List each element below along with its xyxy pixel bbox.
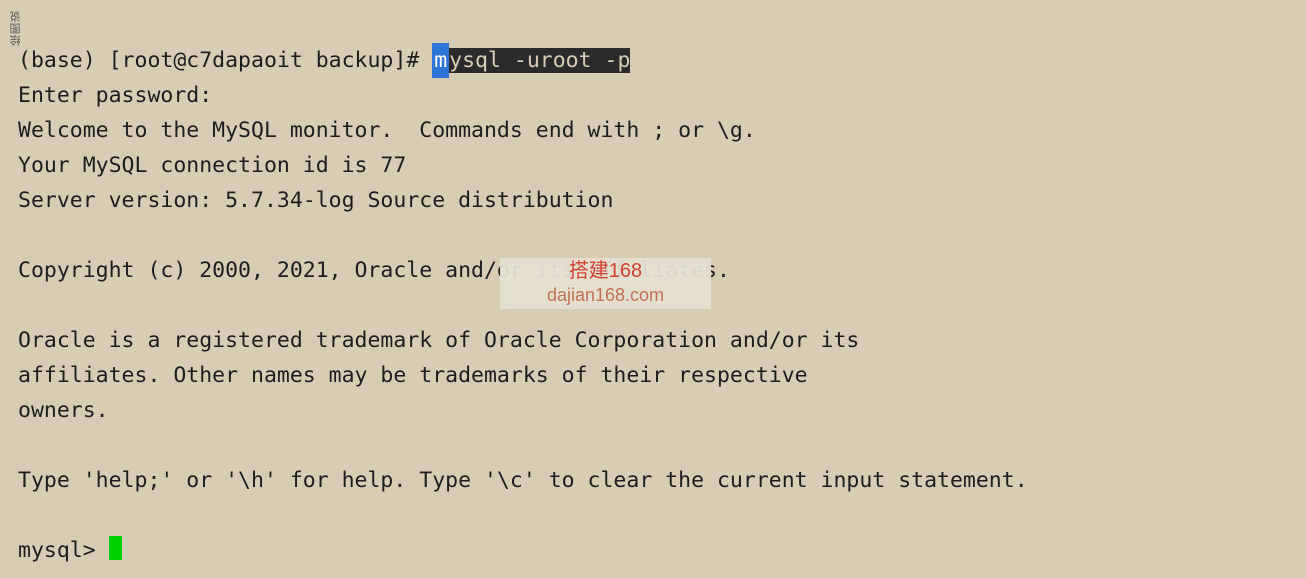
output-line: Enter password: [18, 83, 225, 108]
watermark-line2: dajian168.com [500, 283, 711, 307]
watermark-line1: 搭建168 [500, 259, 711, 283]
command-text: ysql -uroot -p [449, 48, 630, 73]
output-line: Server version: 5.7.34-log Source distri… [18, 188, 613, 213]
output-line: Welcome to the MySQL monitor. Commands e… [18, 118, 756, 143]
cursor-block-icon [109, 536, 122, 560]
window-left-strip: 绘图说 [0, 0, 10, 578]
output-line: Type 'help;' or '\h' for help. Type '\c'… [18, 468, 1028, 493]
output-line: Your MySQL connection id is 77 [18, 153, 406, 178]
output-line: owners. [18, 398, 109, 423]
watermark-badge: 搭建168 dajian168.com [500, 258, 711, 309]
selection-highlight-icon: m [432, 43, 449, 78]
output-line: Oracle is a registered trademark of Orac… [18, 328, 859, 353]
output-line: affiliates. Other names may be trademark… [18, 363, 808, 388]
command-first-char: m [434, 48, 447, 73]
mysql-prompt: mysql> [18, 538, 109, 563]
shell-prompt: (base) [root@c7dapaoit backup]# [18, 48, 432, 73]
